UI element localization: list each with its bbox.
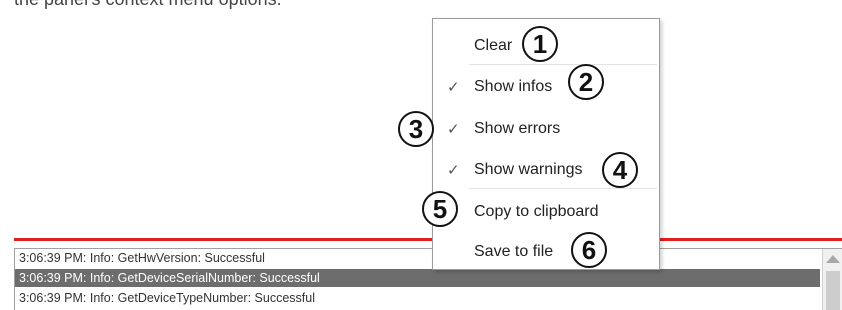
menu-item-label: Clear [474,37,513,54]
callout-marker-3: 3 [398,111,434,147]
intro-text: the panel's context menu options: [14,0,282,10]
log-row[interactable]: 3:06:39 PM: Info: GetDeviceTypeNumber: S… [15,289,820,307]
callout-marker-6: 6 [571,232,607,268]
menu-item-label: Show warnings [474,161,583,178]
menu-item-label: Show errors [474,120,561,137]
menu-item-label: Save to file [474,243,554,260]
log-row[interactable]: 3:06:39 PM: Info: GetHwVersion: Successf… [15,249,820,267]
check-icon: ✓ [447,121,460,138]
status-log-panel[interactable]: 3:06:39 PM: Info: GetHwVersion: Successf… [14,248,842,310]
log-scrollbar[interactable] [822,249,842,310]
menu-separator [469,188,657,189]
check-icon: ✓ [447,79,460,96]
callout-marker-4: 4 [602,152,638,188]
callout-marker-5: 5 [422,191,458,227]
menu-item-save-to-file[interactable]: Save to file [433,235,659,269]
scroll-up-arrow-icon[interactable] [826,255,840,263]
menu-item-label: Copy to clipboard [474,203,599,220]
menu-item-copy-to-clipboard[interactable]: Copy to clipboard [433,195,659,229]
log-row-selected[interactable]: 3:06:39 PM: Info: GetDeviceSerialNumber:… [15,269,820,287]
menu-item-show-infos[interactable]: ✓ Show infos [433,70,659,104]
callout-marker-2: 2 [568,64,604,100]
scroll-thumb[interactable] [826,271,840,310]
check-icon: ✓ [447,162,460,179]
menu-separator [469,64,657,65]
panel-divider [14,238,842,241]
menu-item-show-errors[interactable]: ✓ Show errors [433,112,659,146]
callout-marker-1: 1 [522,26,558,62]
menu-item-label: Show infos [474,78,553,95]
